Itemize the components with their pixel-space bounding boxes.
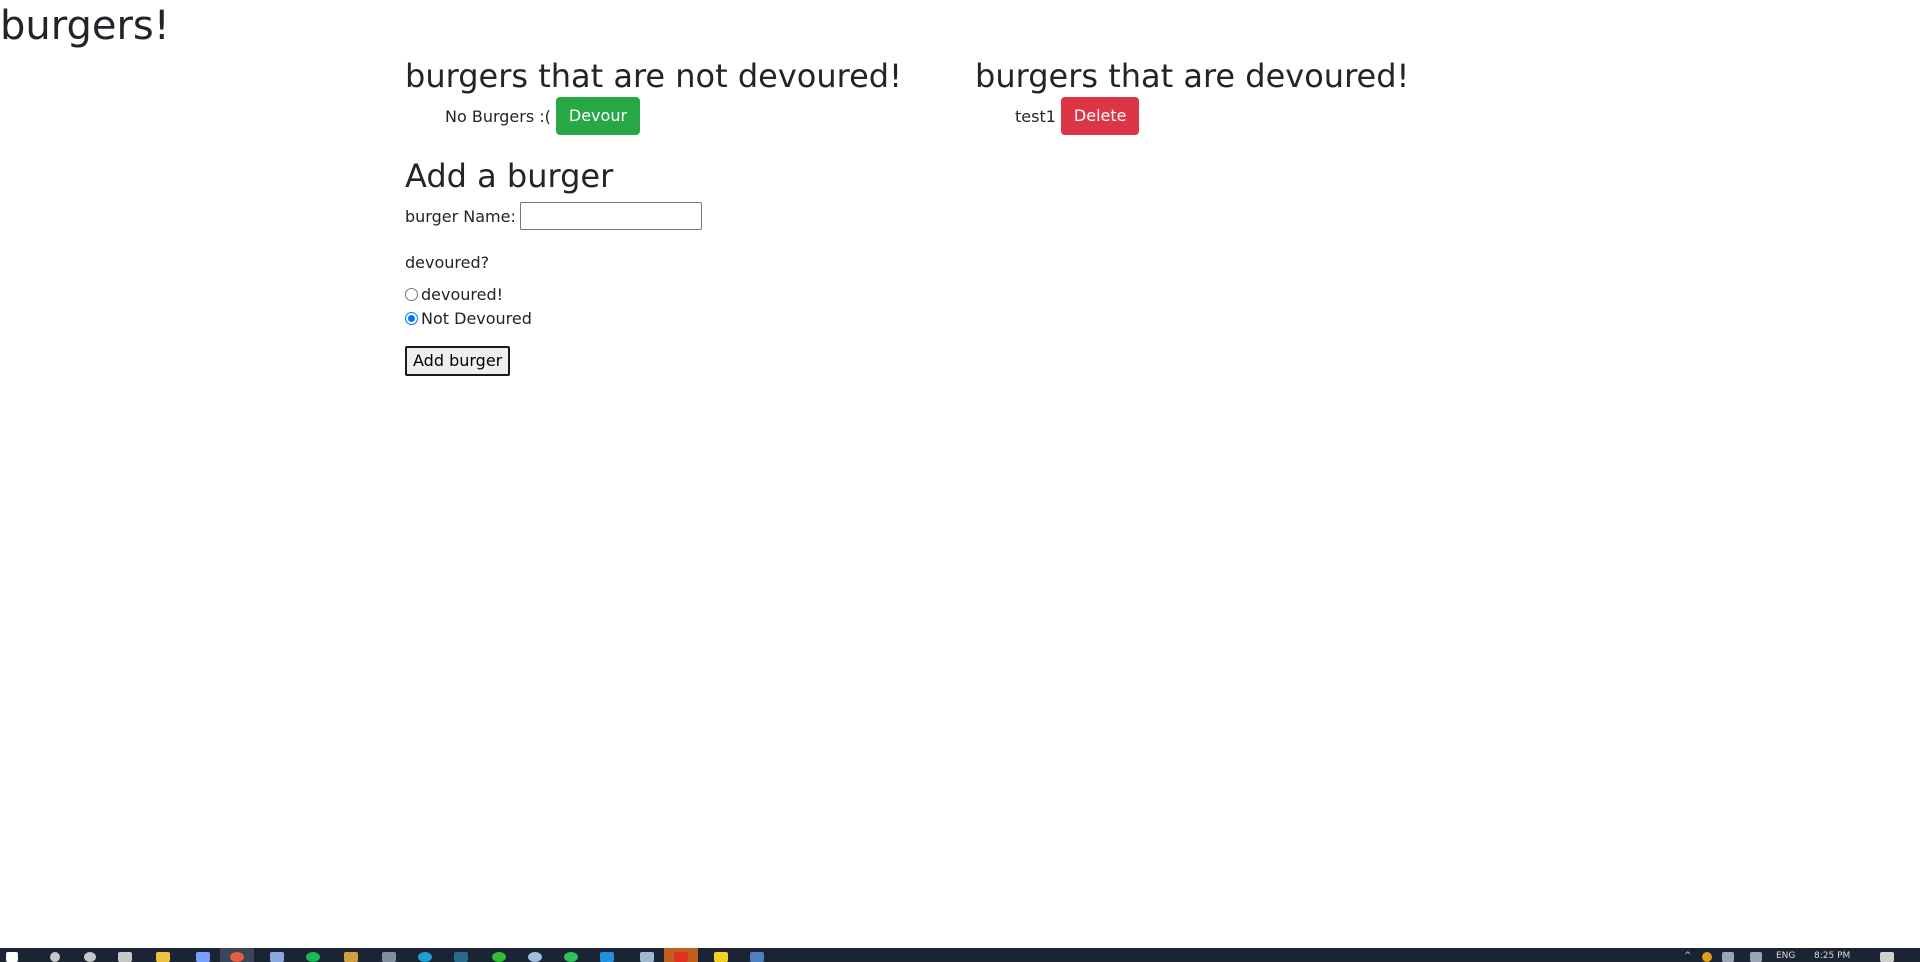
start-icon[interactable] [6,952,18,962]
add-burger-heading: Add a burger [405,157,614,195]
devoured-section: burgers that are devoured! test1 Delete [975,56,1535,136]
vscode-icon[interactable] [600,952,614,962]
app-icon[interactable] [714,952,728,962]
delete-button[interactable]: Delete [1060,97,1140,135]
tray-chevron-icon[interactable]: ^ [1684,951,1692,961]
chrome-icon[interactable] [230,952,244,962]
not-devoured-heading: burgers that are not devoured! [405,57,902,95]
burger-name: test1 [1015,106,1056,126]
devoured-question: devoured? [405,253,490,272]
radio-option-not-devoured[interactable]: Not Devoured [405,306,1005,330]
language-indicator[interactable]: ENG [1776,951,1795,961]
devour-button[interactable]: Devour [555,97,641,135]
list-item: test1 Delete [1015,96,1535,136]
burger-name-label: burger Name: [405,206,516,226]
not-devoured-section: burgers that are not devoured! No Burger… [405,56,965,136]
app-icon[interactable] [454,952,468,962]
page-title: burgers! [0,3,170,49]
file-explorer-icon[interactable] [156,952,170,962]
burger-name-input[interactable] [519,202,702,230]
search-icon[interactable] [50,952,60,962]
app-icon[interactable] [382,952,396,962]
radio-button-selected[interactable] [405,311,418,325]
devoured-heading: burgers that are devoured! [975,57,1410,95]
volume-icon[interactable] [1722,952,1734,962]
radio-option-devoured[interactable]: devoured! [405,282,1005,306]
not-devoured-list: No Burgers :( Devour [405,96,965,136]
app-icon[interactable] [674,952,688,962]
cortana-icon[interactable] [84,952,96,962]
app-icon[interactable] [270,952,284,962]
add-burger-form: Add a burger burger Name: devoured? devo… [405,156,1005,376]
app-icon[interactable] [564,952,578,962]
burger-name-row: burger Name: [405,202,1005,230]
app-icon[interactable] [528,952,542,962]
notifications-icon[interactable] [1880,952,1894,962]
radio-label[interactable]: Not Devoured [421,309,532,328]
app-icon[interactable] [344,952,358,962]
app-icon[interactable] [196,952,210,962]
burger-name: No Burgers :( [445,106,551,126]
taskbar-clock[interactable]: 8:25 PM [1814,951,1850,961]
app-icon[interactable] [492,952,506,962]
radio-label[interactable]: devoured! [421,285,503,304]
task-view-icon[interactable] [118,952,132,962]
windows-taskbar: ^ ENG 8:25 PM [0,948,1920,962]
page: burgers! burgers that are not devoured! … [0,0,1920,962]
spotify-icon[interactable] [306,952,320,962]
radio-button[interactable] [405,287,418,301]
devoured-radio-group: devoured! Not Devoured [405,282,1005,330]
network-icon[interactable] [1750,952,1762,962]
app-icon[interactable] [750,952,764,962]
list-item: No Burgers :( Devour [445,96,965,136]
add-burger-button[interactable]: Add burger [405,346,511,376]
tray-app-icon[interactable] [1702,952,1712,962]
devoured-list: test1 Delete [975,96,1535,136]
app-icon[interactable] [640,952,654,962]
app-icon[interactable] [418,952,432,962]
